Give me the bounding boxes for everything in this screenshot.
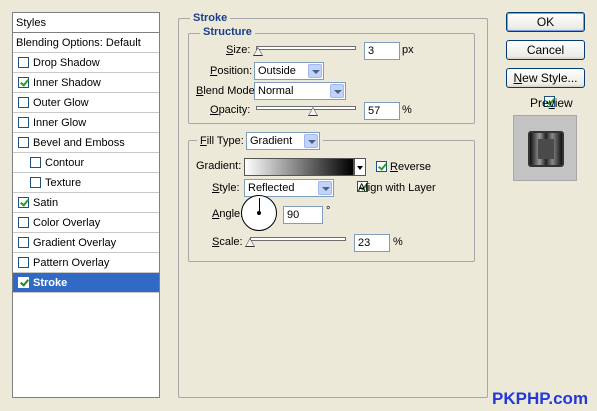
style-item-checkbox[interactable]: [18, 197, 29, 208]
cancel-button[interactable]: Cancel: [506, 40, 585, 60]
style-item-checkbox[interactable]: [18, 237, 29, 248]
style-item-satin[interactable]: Satin: [13, 193, 159, 213]
style-item-checkbox[interactable]: [18, 257, 29, 268]
scale-label: Scale:: [212, 236, 243, 248]
style-item-color-overlay[interactable]: Color Overlay: [13, 213, 159, 233]
fill-type-select[interactable]: Gradient: [246, 132, 320, 150]
style-item-label: Stroke: [33, 276, 68, 289]
angle-dial[interactable]: [241, 195, 277, 231]
opacity-slider-thumb[interactable]: [308, 107, 318, 116]
style-item-texture[interactable]: Texture: [13, 173, 159, 193]
style-item-checkbox[interactable]: [30, 157, 41, 168]
style-preview-thumbnail: [513, 115, 577, 181]
size-slider-thumb[interactable]: [253, 47, 263, 56]
style-item-label: Gradient Overlay: [33, 236, 117, 249]
style-label: Style:: [212, 182, 240, 194]
style-item-checkbox[interactable]: [18, 97, 29, 108]
size-input[interactable]: 3: [364, 42, 400, 60]
angle-label: Angle:: [212, 208, 244, 220]
gradient-dropdown-button[interactable]: [354, 158, 366, 176]
style-item-contour[interactable]: Contour: [13, 153, 159, 173]
scale-slider-track[interactable]: [250, 237, 346, 241]
structure-title: Structure: [200, 26, 255, 38]
size-label: Size:: [226, 44, 251, 56]
chevron-down-icon: [330, 84, 344, 98]
scale-input[interactable]: 23: [354, 234, 390, 252]
stroke-title: Stroke: [190, 12, 231, 24]
position-label: Position:: [210, 65, 253, 77]
style-item-label: Blending Options: Default: [16, 36, 141, 49]
style-item-label: Color Overlay: [33, 216, 101, 229]
blend-mode-select[interactable]: Normal: [254, 82, 346, 100]
style-item-label: Inner Glow: [33, 116, 87, 129]
style-item-label: Pattern Overlay: [33, 256, 110, 269]
styles-list-header: Styles: [13, 13, 159, 33]
style-item-inner-glow[interactable]: Inner Glow: [13, 113, 159, 133]
style-item-label: Drop Shadow: [33, 56, 100, 69]
opacity-slider-track[interactable]: [256, 106, 356, 110]
style-item-checkbox[interactable]: [18, 117, 29, 128]
gradient-label: Gradient:: [196, 160, 242, 172]
blend-mode-label: Blend Mode:: [196, 85, 258, 97]
opacity-unit: %: [402, 104, 412, 116]
opacity-label: Opacity:: [210, 104, 251, 116]
styles-header-label: Styles: [16, 16, 46, 29]
style-item-bevel-and-emboss[interactable]: Bevel and Emboss: [13, 133, 159, 153]
style-item-outer-glow[interactable]: Outer Glow: [13, 93, 159, 113]
chevron-down-icon: [318, 181, 332, 195]
style-item-checkbox[interactable]: [18, 137, 29, 148]
styles-list: Styles Blending Options: Default Drop Sha…: [12, 12, 160, 398]
reverse-label: Reverse: [390, 161, 431, 173]
style-item-checkbox[interactable]: [18, 57, 29, 68]
blend-mode-value: Normal: [258, 85, 294, 97]
size-unit: px: [402, 44, 414, 56]
ok-button[interactable]: OK: [506, 12, 585, 32]
style-item-checkbox[interactable]: [30, 177, 41, 188]
style-item-checkbox[interactable]: [18, 77, 29, 88]
gradient-picker[interactable]: [244, 158, 354, 176]
style-item-checkbox[interactable]: [18, 217, 29, 228]
style-item-pattern-overlay[interactable]: Pattern Overlay: [13, 253, 159, 273]
style-item-stroke[interactable]: Stroke: [13, 273, 159, 293]
align-with-layer-label: Align with Layer: [358, 182, 436, 194]
preview-swatch: [528, 131, 564, 167]
preview-label: Preview: [530, 96, 573, 110]
reverse-checkbox[interactable]: [376, 161, 387, 172]
size-slider-track[interactable]: [256, 46, 356, 50]
position-value: Outside: [258, 65, 296, 77]
style-item-gradient-overlay[interactable]: Gradient Overlay: [13, 233, 159, 253]
style-item-label: Contour: [45, 156, 85, 169]
style-item-blending-options-default[interactable]: Blending Options: Default: [13, 33, 159, 53]
style-item-label: Texture: [45, 176, 82, 189]
opacity-input[interactable]: 57: [364, 102, 400, 120]
style-item-label: Outer Glow: [33, 96, 89, 109]
style-item-label: Satin: [33, 196, 59, 209]
style-value: Reflected: [248, 182, 295, 194]
watermark: PKPHP.com: [492, 389, 589, 408]
style-item-inner-shadow[interactable]: Inner Shadow: [13, 73, 159, 93]
chevron-down-icon: [308, 64, 322, 78]
style-item-label: Bevel and Emboss: [33, 136, 125, 149]
style-item-label: Inner Shadow: [33, 76, 101, 89]
fill-type-value: Gradient: [250, 135, 293, 147]
style-item-checkbox[interactable]: [18, 277, 29, 288]
position-select[interactable]: Outside: [254, 62, 324, 80]
style-item-drop-shadow[interactable]: Drop Shadow: [13, 53, 159, 73]
angle-unit: °: [326, 205, 331, 217]
chevron-down-icon: [304, 134, 318, 148]
scale-unit: %: [393, 236, 403, 248]
new-style-button[interactable]: New Style...: [506, 68, 585, 88]
scale-slider-thumb[interactable]: [245, 238, 255, 247]
fill-type-label: Fill Type:: [200, 135, 244, 147]
angle-input[interactable]: 90: [283, 206, 323, 224]
